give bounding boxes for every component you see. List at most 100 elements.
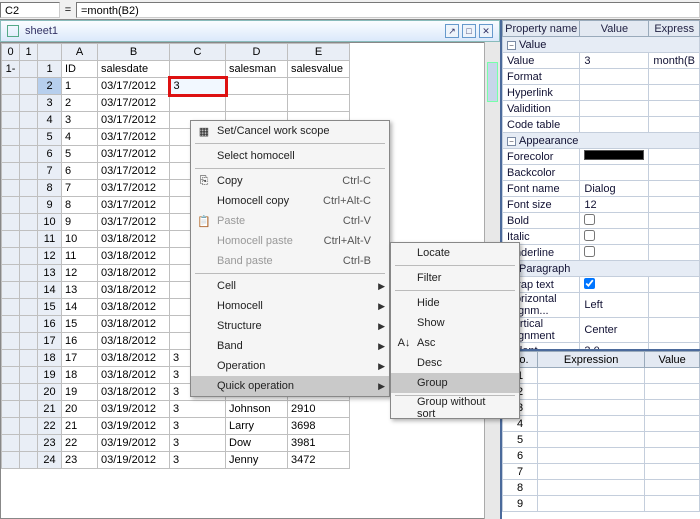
outline-row[interactable] bbox=[20, 180, 38, 197]
cell[interactable]: 10 bbox=[62, 231, 98, 248]
outline-row[interactable] bbox=[20, 78, 38, 95]
outline-row[interactable] bbox=[20, 333, 38, 350]
outline-row[interactable] bbox=[2, 248, 20, 265]
outline-row[interactable] bbox=[20, 282, 38, 299]
cell[interactable]: 23 bbox=[62, 452, 98, 469]
props-section[interactable]: −Paragraph bbox=[503, 261, 700, 277]
cell[interactable]: 3 bbox=[170, 452, 226, 469]
cell[interactable] bbox=[170, 95, 226, 112]
menu-item[interactable]: Band▶ bbox=[191, 336, 389, 356]
expr-expression[interactable] bbox=[538, 496, 645, 512]
prop-checkbox[interactable] bbox=[584, 230, 595, 241]
corner-cell[interactable] bbox=[38, 44, 62, 61]
row-header[interactable]: 6 bbox=[38, 146, 62, 163]
prop-expr[interactable] bbox=[649, 213, 700, 229]
expr-value[interactable] bbox=[645, 416, 700, 432]
prop-value[interactable] bbox=[580, 69, 649, 85]
menu-item[interactable]: Cell▶ bbox=[191, 276, 389, 296]
cell[interactable]: 03/18/2012 bbox=[98, 282, 170, 299]
row-header[interactable]: 12 bbox=[38, 248, 62, 265]
expr-value[interactable] bbox=[645, 464, 700, 480]
outline-row[interactable] bbox=[2, 95, 20, 112]
outline-row[interactable] bbox=[20, 384, 38, 401]
outline-row[interactable] bbox=[2, 367, 20, 384]
menu-item[interactable]: A↓Asc bbox=[391, 333, 519, 353]
cell[interactable]: Larry bbox=[226, 418, 288, 435]
expr-expression[interactable] bbox=[538, 368, 645, 384]
outline-row[interactable] bbox=[20, 248, 38, 265]
cell[interactable] bbox=[170, 61, 226, 78]
outline-row[interactable] bbox=[20, 316, 38, 333]
expr-col-header[interactable]: Value bbox=[645, 352, 700, 368]
cell[interactable]: Jenny bbox=[226, 452, 288, 469]
menu-item[interactable]: ▦Set/Cancel work scope bbox=[191, 121, 389, 141]
expr-expression[interactable] bbox=[538, 464, 645, 480]
prop-value[interactable]: Center bbox=[580, 318, 649, 343]
cell[interactable]: 3 bbox=[170, 418, 226, 435]
outline-row[interactable] bbox=[2, 146, 20, 163]
cell[interactable]: 03/18/2012 bbox=[98, 316, 170, 333]
menu-item[interactable]: Structure▶ bbox=[191, 316, 389, 336]
outline-row[interactable] bbox=[2, 112, 20, 129]
row-header[interactable]: 17 bbox=[38, 333, 62, 350]
section-expander-icon[interactable]: − bbox=[507, 137, 516, 146]
cell[interactable]: 8 bbox=[62, 197, 98, 214]
cell[interactable]: 03/18/2012 bbox=[98, 299, 170, 316]
outline-row[interactable] bbox=[20, 418, 38, 435]
prop-value[interactable] bbox=[580, 101, 649, 117]
expr-expression[interactable] bbox=[538, 480, 645, 496]
prop-value[interactable] bbox=[580, 245, 649, 261]
expr-expression[interactable] bbox=[538, 432, 645, 448]
prop-expr[interactable] bbox=[649, 117, 700, 133]
cell[interactable]: 03/17/2012 bbox=[98, 112, 170, 129]
outline-row[interactable]: 1- bbox=[2, 61, 20, 78]
row-header[interactable]: 24 bbox=[38, 452, 62, 469]
prop-expr[interactable] bbox=[649, 318, 700, 343]
cell[interactable]: 9 bbox=[62, 214, 98, 231]
cell[interactable]: 03/18/2012 bbox=[98, 265, 170, 282]
prop-expr[interactable] bbox=[649, 197, 700, 213]
prop-expr[interactable] bbox=[649, 277, 700, 293]
section-expander-icon[interactable]: − bbox=[507, 41, 516, 50]
cell[interactable]: 17 bbox=[62, 350, 98, 367]
outline-row[interactable] bbox=[2, 316, 20, 333]
props-col-header[interactable]: Value bbox=[580, 21, 649, 37]
outline-row[interactable] bbox=[2, 350, 20, 367]
row-header[interactable]: 18 bbox=[38, 350, 62, 367]
cell[interactable]: 15 bbox=[62, 316, 98, 333]
outline-row[interactable] bbox=[2, 163, 20, 180]
cell[interactable]: 5 bbox=[62, 146, 98, 163]
row-header[interactable]: 8 bbox=[38, 180, 62, 197]
expr-col-header[interactable]: Expression bbox=[538, 352, 645, 368]
prop-expr[interactable] bbox=[649, 149, 700, 165]
cell[interactable]: 20 bbox=[62, 401, 98, 418]
row-header[interactable]: 2 bbox=[38, 78, 62, 95]
cell[interactable]: salesvalue bbox=[288, 61, 350, 78]
outline-row[interactable] bbox=[2, 78, 20, 95]
outline-row[interactable] bbox=[2, 265, 20, 282]
row-header[interactable]: 1 bbox=[38, 61, 62, 78]
menu-item[interactable]: Homocell copyCtrl+Alt-C bbox=[191, 191, 389, 211]
row-header[interactable]: 21 bbox=[38, 401, 62, 418]
prop-expr[interactable] bbox=[649, 245, 700, 261]
outline-row[interactable] bbox=[20, 129, 38, 146]
cell[interactable]: 03/18/2012 bbox=[98, 248, 170, 265]
props-section[interactable]: −Value bbox=[503, 37, 700, 53]
prop-value[interactable] bbox=[580, 85, 649, 101]
prop-value[interactable] bbox=[580, 117, 649, 133]
expr-value[interactable] bbox=[645, 496, 700, 512]
prop-value[interactable] bbox=[580, 277, 649, 293]
outline-row[interactable] bbox=[2, 435, 20, 452]
sheet-tab-name[interactable]: sheet1 bbox=[25, 25, 58, 37]
cell[interactable]: 03/17/2012 bbox=[98, 163, 170, 180]
cell[interactable]: 3472 bbox=[288, 452, 350, 469]
expr-value[interactable] bbox=[645, 400, 700, 416]
props-col-header[interactable]: Express bbox=[649, 21, 700, 37]
expr-expression[interactable] bbox=[538, 400, 645, 416]
cell[interactable]: 03/19/2012 bbox=[98, 418, 170, 435]
cell[interactable]: 1 bbox=[62, 78, 98, 95]
menu-item[interactable]: Locate bbox=[391, 243, 519, 263]
cell[interactable]: 03/19/2012 bbox=[98, 435, 170, 452]
prop-value[interactable] bbox=[580, 149, 649, 165]
prop-value[interactable] bbox=[580, 229, 649, 245]
